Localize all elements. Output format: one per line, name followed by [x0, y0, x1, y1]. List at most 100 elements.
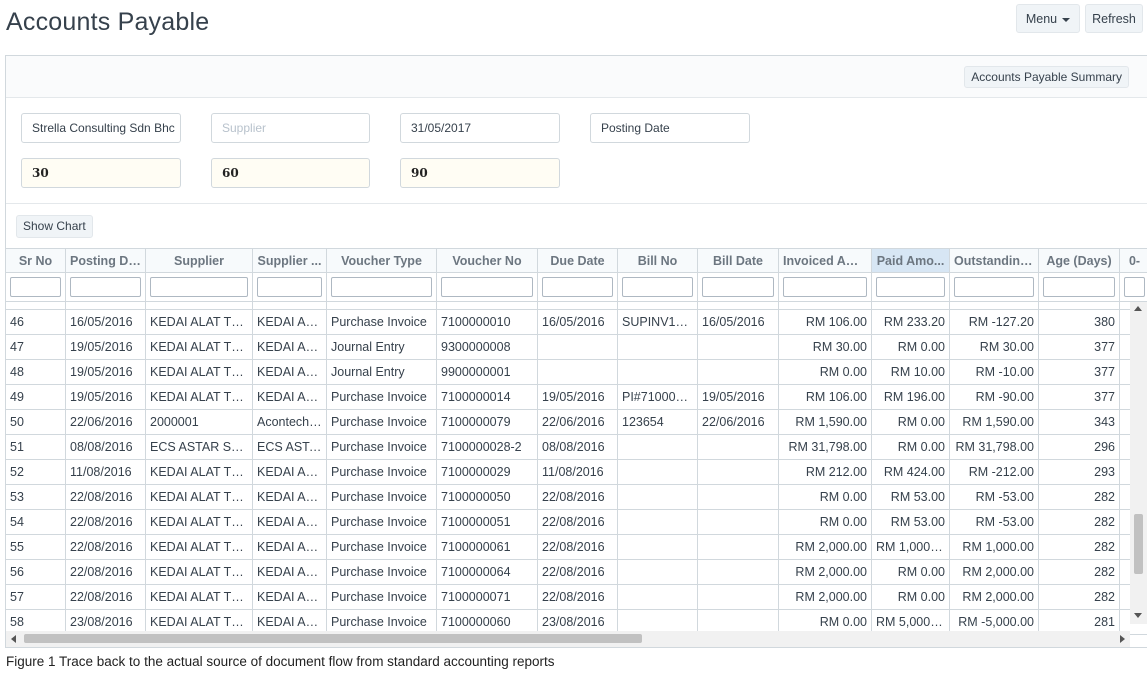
column-header-paid-amount[interactable]: Paid Amo...	[872, 249, 950, 272]
column-filter-input-supplier-name[interactable]	[257, 277, 322, 297]
cell-paid-amount: RM 10.00	[872, 360, 950, 384]
column-filter-input-range-0-30[interactable]	[1124, 277, 1145, 297]
cell-age-days: 282	[1039, 485, 1120, 509]
cell-due-date: 19/05/2016	[538, 385, 618, 409]
cell-posting-date: 22/08/2016	[66, 585, 146, 609]
column-filter-cell	[538, 273, 618, 301]
column-filter-input-invoiced-amount[interactable]	[783, 277, 867, 297]
menu-button[interactable]: Menu	[1016, 4, 1080, 33]
column-header-supplier-name[interactable]: Supplier ...	[253, 249, 327, 272]
table-row[interactable]: 46 16/05/2016 KEDAI ALAT TULI... KEDAI ALA.…	[6, 310, 1147, 335]
cell-bill-date	[698, 535, 779, 559]
cell-posting-date: 19/05/2016	[66, 360, 146, 384]
column-filter-input-outstanding-amount[interactable]	[954, 277, 1034, 297]
cell-supplier: KEDAI ALAT TULI...	[146, 335, 253, 359]
cell-paid-amount: RM 0.00	[872, 410, 950, 434]
table-row[interactable]: 54 22/08/2016 KEDAI ALAT TULI... KEDAI ALA.…	[6, 510, 1147, 535]
column-filter-input-paid-amount[interactable]	[876, 277, 945, 297]
cell-outstanding-amount: RM -53.00	[950, 485, 1039, 509]
column-filter-input-posting-date[interactable]	[70, 277, 141, 297]
column-header-outstanding-amount[interactable]: Outstanding...	[950, 249, 1039, 272]
table-row[interactable]: 49 19/05/2016 KEDAI ALAT TULI... KEDAI ALA.…	[6, 385, 1147, 410]
cell-bill-date: 22/06/2016	[698, 410, 779, 434]
scroll-up-icon[interactable]	[1134, 306, 1142, 311]
cell-sr-no: 55	[6, 535, 66, 559]
cell-paid-amount: RM 196.00	[872, 385, 950, 409]
cell-age-days: 377	[1039, 335, 1120, 359]
cell-age-days: 377	[1039, 360, 1120, 384]
cell-voucher-no: 7100000014	[437, 385, 538, 409]
column-header-bill-date[interactable]: Bill Date	[698, 249, 779, 272]
report-date-filter[interactable]: 31/05/2017	[400, 113, 560, 143]
cell-outstanding-amount: RM 1,590.00	[950, 410, 1039, 434]
ageing-based-on-filter[interactable]: Posting Date	[590, 113, 750, 143]
show-chart-button[interactable]: Show Chart	[16, 215, 93, 238]
cell-bill-date: 19/05/2016	[698, 385, 779, 409]
scroll-down-icon[interactable]	[1134, 613, 1142, 618]
cell-due-date: 22/08/2016	[538, 485, 618, 509]
column-filter-input-voucher-type[interactable]	[331, 277, 432, 297]
column-header-sr-no[interactable]: Sr No	[6, 249, 66, 272]
column-filter-input-sr-no[interactable]	[10, 277, 61, 297]
table-row[interactable]: 52 11/08/2016 KEDAI ALAT TULI... KEDAI ALA.…	[6, 460, 1147, 485]
refresh-button[interactable]: Refresh	[1085, 4, 1143, 33]
column-header-posting-date[interactable]: Posting Da...	[66, 249, 146, 272]
cell-paid-amount: RM 0.00	[872, 560, 950, 584]
table-row[interactable]: 56 22/08/2016 KEDAI ALAT TULI... KEDAI ALA.…	[6, 560, 1147, 585]
cell-posting-date: 22/08/2016	[66, 510, 146, 534]
range2-filter[interactable]: 60	[211, 158, 370, 188]
column-header-range-0-30[interactable]: 0-	[1120, 249, 1147, 272]
column-filter-input-voucher-no[interactable]	[441, 277, 533, 297]
vertical-scrollbar[interactable]	[1130, 302, 1147, 624]
supplier-filter[interactable]: Supplier	[211, 113, 370, 143]
table-row[interactable]: 50 22/06/2016 2000001 Acontech ... Purchase …	[6, 410, 1147, 435]
cell-posting-date: 22/08/2016	[66, 485, 146, 509]
table-row[interactable]: 57 22/08/2016 KEDAI ALAT TULI... KEDAI ALA.…	[6, 585, 1147, 610]
cell-outstanding-amount: RM 2,000.00	[950, 560, 1039, 584]
accounts-payable-summary-button[interactable]: Accounts Payable Summary	[964, 66, 1129, 88]
column-header-age-days[interactable]: Age (Days)	[1039, 249, 1120, 272]
cell-voucher-no: 7100000050	[437, 485, 538, 509]
column-header-bill-no[interactable]: Bill No	[618, 249, 698, 272]
cell-voucher-no: 9900000001	[437, 360, 538, 384]
vertical-scroll-thumb[interactable]	[1134, 514, 1143, 574]
cell-invoiced-amount: RM 0.00	[779, 485, 872, 509]
table-row[interactable]: 53 22/08/2016 KEDAI ALAT TULI... KEDAI ALA.…	[6, 485, 1147, 510]
column-header-supplier[interactable]: Supplier	[146, 249, 253, 272]
column-header-voucher-type[interactable]: Voucher Type	[327, 249, 437, 272]
cell-supplier-name: KEDAI ALA...	[253, 585, 327, 609]
scroll-left-icon[interactable]	[11, 635, 16, 643]
cell-bill-no	[618, 535, 698, 559]
column-header-voucher-no[interactable]: Voucher No	[437, 249, 538, 272]
cell-outstanding-amount: RM -127.20	[950, 310, 1039, 334]
cell-paid-amount: RM 424.00	[872, 460, 950, 484]
column-filter-cell	[1120, 273, 1147, 301]
range1-filter[interactable]: 30	[21, 158, 181, 188]
cell-bill-date	[698, 510, 779, 534]
cell-sr-no: 51	[6, 435, 66, 459]
table-row[interactable]: 48 19/05/2016 KEDAI ALAT TULI... KEDAI ALA.…	[6, 360, 1147, 385]
company-filter[interactable]: Strella Consulting Sdn Bhc	[21, 113, 181, 143]
column-header-invoiced-amount[interactable]: Invoiced Am...	[779, 249, 872, 272]
cell-voucher-no: 9300000008	[437, 335, 538, 359]
table-row[interactable]: 55 22/08/2016 KEDAI ALAT TULI... KEDAI ALA.…	[6, 535, 1147, 560]
cell-bill-date	[698, 335, 779, 359]
column-filter-input-supplier[interactable]	[150, 277, 248, 297]
column-filter-input-bill-no[interactable]	[622, 277, 693, 297]
column-filter-input-due-date[interactable]	[542, 277, 613, 297]
column-filter-input-bill-date[interactable]	[702, 277, 774, 297]
cell-age-days: 377	[1039, 385, 1120, 409]
cell-sr-no: 50	[6, 410, 66, 434]
table-row[interactable]: 47 19/05/2016 KEDAI ALAT TULI... KEDAI ALA.…	[6, 335, 1147, 360]
column-filter-input-age-days[interactable]	[1043, 277, 1115, 297]
horizontal-scrollbar[interactable]	[6, 631, 1130, 647]
horizontal-scroll-thumb[interactable]	[24, 634, 642, 643]
column-filter-cell	[146, 273, 253, 301]
range3-filter[interactable]: 90	[400, 158, 560, 188]
cell-sr-no: 47	[6, 335, 66, 359]
cell-due-date: 22/08/2016	[538, 510, 618, 534]
cell-outstanding-amount: RM 1,000.00	[950, 535, 1039, 559]
scroll-right-icon[interactable]	[1120, 635, 1125, 643]
table-row[interactable]: 5108/08/2016ECS ASTAR SDN ...ECS ASTAR..…	[6, 435, 1147, 460]
column-header-due-date[interactable]: Due Date	[538, 249, 618, 272]
